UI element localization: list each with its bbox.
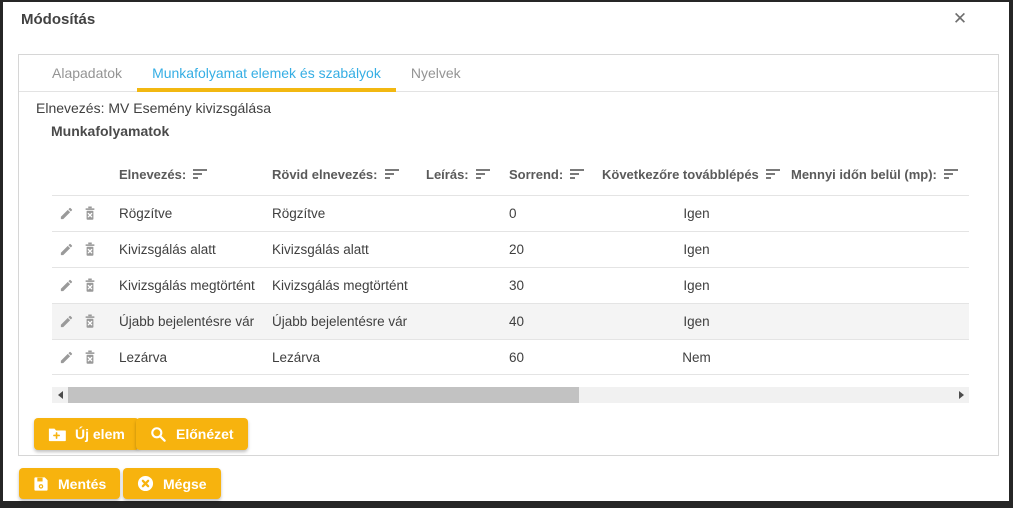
edit-row-button[interactable]	[59, 206, 74, 221]
pencil-icon	[59, 242, 74, 257]
cell-name: Rögzítve	[119, 206, 272, 221]
trash-x-icon	[83, 278, 97, 293]
cell-name: Lezárva	[119, 350, 272, 365]
cell-order: 40	[509, 314, 602, 329]
pencil-icon	[59, 278, 74, 293]
scrollbar-left-arrow[interactable]	[52, 387, 68, 403]
cell-short-name: Rögzítve	[272, 206, 426, 221]
column-header-order[interactable]: Sorrend:	[509, 167, 602, 182]
edit-row-button[interactable]	[59, 278, 74, 293]
edit-row-button[interactable]	[59, 314, 74, 329]
table-row-selected[interactable]: Újabb bejelentésre vár Újabb bejelentésr…	[52, 303, 969, 339]
column-header-short-name[interactable]: Rövid elnevezés:	[272, 167, 426, 182]
save-button[interactable]: Mentés	[19, 468, 120, 499]
column-header-next-step[interactable]: Következőre továbblépés	[602, 167, 791, 182]
edit-row-button[interactable]	[59, 242, 74, 257]
scrollbar-right-arrow[interactable]	[953, 387, 969, 403]
new-item-button-label: Új elem	[75, 426, 125, 442]
close-icon[interactable]: ✕	[949, 8, 971, 30]
pencil-icon	[59, 350, 74, 365]
sort-icon[interactable]	[766, 169, 781, 180]
cell-name: Újabb bejelentésre vár	[119, 314, 272, 329]
cell-next-step: Igen	[602, 242, 791, 257]
sort-icon[interactable]	[193, 169, 208, 180]
new-item-button[interactable]: Új elem	[34, 418, 139, 450]
sort-icon[interactable]	[385, 169, 400, 180]
cell-name: Kivizsgálás megtörtént	[119, 278, 272, 293]
column-header-description[interactable]: Leírás:	[426, 167, 509, 182]
cell-order: 20	[509, 242, 602, 257]
cell-name: Kivizsgálás alatt	[119, 242, 272, 257]
trash-x-icon	[83, 314, 97, 329]
save-icon	[33, 476, 49, 492]
delete-row-button[interactable]	[83, 278, 97, 293]
delete-row-button[interactable]	[83, 314, 97, 329]
cancel-button[interactable]: Mégse	[123, 468, 221, 499]
tab-panel: Alapadatok Munkafolyamat elemek és szabá…	[18, 54, 999, 456]
entity-name-label: Elnevezés: MV Esemény kivizsgálása	[36, 100, 271, 116]
row-actions	[52, 350, 119, 365]
modal-dialog: Módosítás ✕ Alapadatok Munkafolyamat ele…	[3, 2, 1009, 501]
column-header-name[interactable]: Elnevezés:	[119, 167, 272, 182]
tab-alapadatok[interactable]: Alapadatok	[37, 55, 137, 91]
table-row[interactable]: Kivizsgálás alatt Kivizsgálás alatt 20 I…	[52, 231, 969, 267]
row-actions	[52, 242, 119, 257]
cell-next-step: Igen	[602, 206, 791, 221]
pencil-icon	[59, 206, 74, 221]
save-button-label: Mentés	[58, 476, 106, 492]
cell-order: 60	[509, 350, 602, 365]
edit-row-button[interactable]	[59, 350, 74, 365]
row-actions	[52, 206, 119, 221]
delete-row-button[interactable]	[83, 242, 97, 257]
cell-short-name: Lezárva	[272, 350, 426, 365]
trash-x-icon	[83, 206, 97, 221]
delete-row-button[interactable]	[83, 206, 97, 221]
pencil-icon	[59, 314, 74, 329]
cell-next-step: Nem	[602, 350, 791, 365]
tab-munkafolyamat-elemek[interactable]: Munkafolyamat elemek és szabályok	[137, 55, 396, 91]
trash-x-icon	[83, 242, 97, 257]
tab-nyelvek[interactable]: Nyelvek	[396, 55, 476, 91]
cancel-button-label: Mégse	[163, 476, 207, 492]
cell-next-step: Igen	[602, 278, 791, 293]
cell-short-name: Kivizsgálás megtörtént	[272, 278, 426, 293]
tab-bar: Alapadatok Munkafolyamat elemek és szabá…	[19, 55, 998, 92]
cancel-circle-x-icon	[137, 475, 154, 492]
section-title: Munkafolyamatok	[51, 123, 169, 139]
row-actions	[52, 278, 119, 293]
table-row[interactable]: Lezárva Lezárva 60 Nem	[52, 339, 969, 375]
search-icon	[150, 426, 167, 443]
cell-order: 0	[509, 206, 602, 221]
cell-short-name: Kivizsgálás alatt	[272, 242, 426, 257]
cell-order: 30	[509, 278, 602, 293]
scrollbar-thumb[interactable]	[68, 387, 579, 403]
delete-row-button[interactable]	[83, 350, 97, 365]
workflow-table: Elnevezés: Rövid elnevezés: Leírás: Sorr…	[52, 153, 969, 375]
folder-plus-icon	[48, 427, 66, 442]
table-row[interactable]: Kivizsgálás megtörtént Kivizsgálás megtö…	[52, 267, 969, 303]
table-header-row: Elnevezés: Rövid elnevezés: Leírás: Sorr…	[52, 153, 969, 195]
trash-x-icon	[83, 350, 97, 365]
cell-short-name: Újabb bejelentésre vár	[272, 314, 426, 329]
sort-icon[interactable]	[570, 169, 585, 180]
column-header-within-time[interactable]: Mennyi időn belül (mp):	[791, 167, 969, 182]
preview-button[interactable]: Előnézet	[136, 418, 248, 450]
preview-button-label: Előnézet	[176, 426, 234, 442]
sort-icon[interactable]	[476, 169, 491, 180]
table-row[interactable]: Rögzítve Rögzítve 0 Igen	[52, 195, 969, 231]
row-actions	[52, 314, 119, 329]
cell-next-step: Igen	[602, 314, 791, 329]
dialog-title: Módosítás	[21, 11, 95, 28]
horizontal-scrollbar[interactable]	[52, 387, 969, 403]
sort-icon[interactable]	[944, 169, 959, 180]
